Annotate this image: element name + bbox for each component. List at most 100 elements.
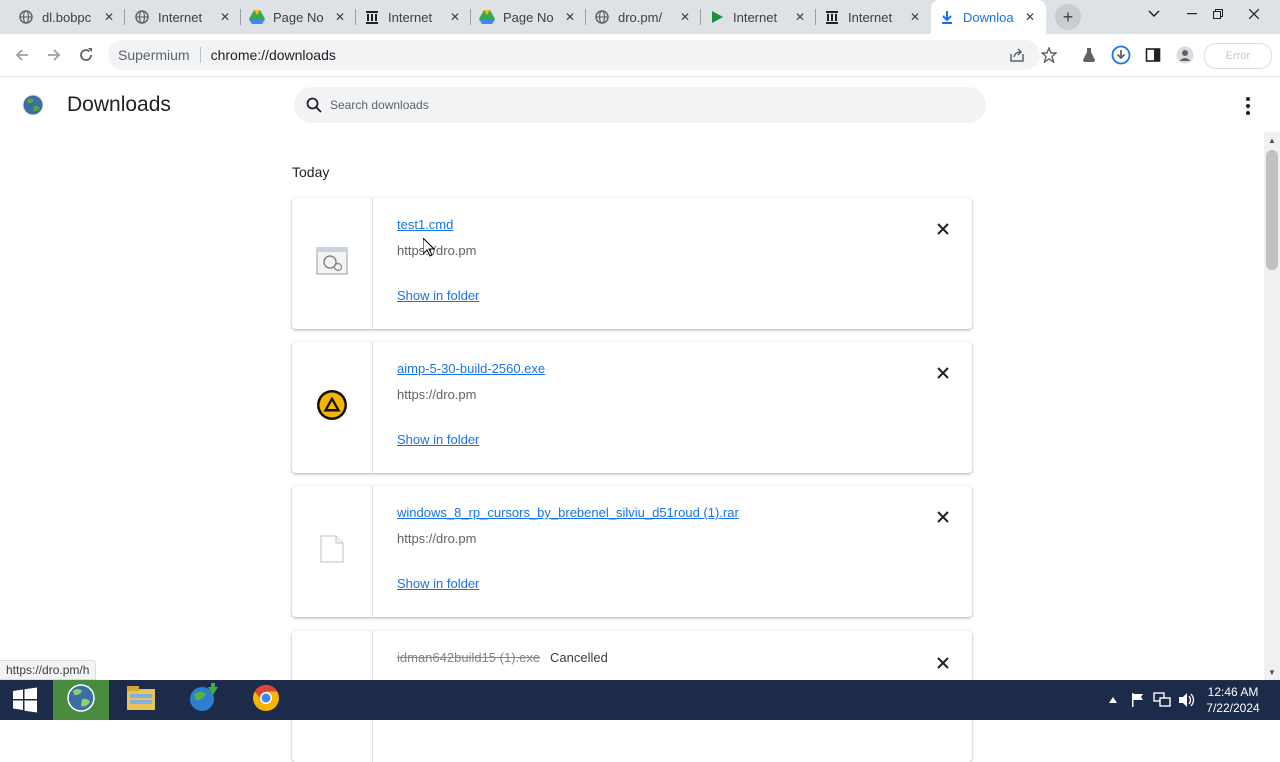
taskbar-chrome[interactable] — [238, 680, 294, 720]
remove-download-icon[interactable] — [932, 652, 954, 674]
tab-title: Page No — [273, 9, 324, 25]
archive-icon — [364, 9, 380, 25]
download-filename-link[interactable]: test1.cmd — [397, 217, 453, 232]
url-text: chrome://downloads — [210, 47, 336, 63]
remove-download-icon[interactable] — [932, 218, 954, 240]
close-tab-icon[interactable]: ✕ — [792, 10, 808, 24]
scroll-up-arrow-icon[interactable]: ▲ — [1264, 132, 1280, 148]
globe-icon — [134, 9, 150, 25]
start-button-windows-icon[interactable] — [0, 680, 50, 720]
section-label-today: Today — [292, 164, 330, 180]
show-hidden-icons-icon[interactable] — [1108, 680, 1118, 720]
tab-dl-bobpc[interactable]: dl.bobpc ✕ — [10, 0, 125, 34]
taskbar-clock[interactable]: 12:46 AM 7/22/2024 — [1198, 684, 1268, 716]
extension-flask-icon[interactable] — [1076, 42, 1102, 68]
tab-strip: dl.bobpc ✕ Internet ✕ Page No ✕ Internet… — [0, 0, 1280, 34]
aimp-icon — [316, 389, 348, 426]
taskbar-supermium-browser[interactable] — [53, 680, 109, 720]
close-tab-icon[interactable]: ✕ — [217, 10, 233, 24]
close-tab-icon[interactable]: ✕ — [447, 10, 463, 24]
address-bar[interactable]: Supermium chrome://downloads — [108, 40, 1040, 70]
reload-icon[interactable] — [73, 42, 99, 68]
close-tab-icon[interactable]: ✕ — [1022, 10, 1038, 24]
tab-title: Internet — [158, 9, 203, 25]
tab-title: dl.bobpc — [42, 9, 92, 25]
browser-globe-icon — [66, 683, 96, 718]
download-icon — [939, 9, 955, 25]
show-in-folder-link[interactable]: Show in folder — [397, 576, 479, 591]
download-manager-globe-icon — [188, 682, 220, 718]
forward-arrow-icon[interactable] — [41, 42, 67, 68]
bookmark-star-icon[interactable] — [1036, 42, 1062, 68]
volume-icon[interactable] — [1178, 680, 1196, 720]
close-tab-icon[interactable]: ✕ — [677, 10, 693, 24]
page-title: Downloads — [67, 93, 171, 116]
clock-date: 7/22/2024 — [1206, 701, 1260, 715]
tab-title: Downloa — [963, 9, 1014, 25]
tab-internet-2[interactable]: Internet ✕ — [701, 0, 816, 34]
search-placeholder: Search downloads — [330, 98, 429, 112]
generic-file-icon — [320, 535, 344, 568]
tab-search-chevron-icon[interactable] — [1136, 0, 1172, 28]
windows-taskbar: 12:46 AM 7/22/2024 — [0, 680, 1280, 720]
globe-icon — [594, 9, 610, 25]
play-icon — [709, 9, 725, 25]
tab-title: Internet — [733, 9, 778, 25]
browser-toolbar: Supermium chrome://downloads Error — [0, 34, 1280, 77]
close-tab-icon[interactable]: ✕ — [332, 10, 348, 24]
tab-internet-1[interactable]: Internet ✕ — [126, 0, 241, 34]
drive-icon — [249, 9, 265, 25]
close-tab-icon[interactable]: ✕ — [562, 10, 578, 24]
cancelled-filename[interactable]: idman642build15 (1).exe — [397, 650, 540, 665]
tab-internet-archive-2[interactable]: Internet ✕ — [816, 0, 931, 34]
download-filename-link[interactable]: aimp-5-30-build-2560.exe — [397, 361, 545, 376]
profile-error-pill[interactable]: Error — [1204, 43, 1272, 69]
close-tab-icon[interactable]: ✕ — [907, 10, 923, 24]
clock-time: 12:46 AM — [1207, 685, 1259, 699]
tab-internet-archive-1[interactable]: Internet ✕ — [356, 0, 471, 34]
profile-avatar-icon[interactable] — [1172, 42, 1198, 68]
side-panel-icon[interactable] — [1140, 42, 1166, 68]
restore-icon[interactable] — [1200, 0, 1236, 28]
back-arrow-icon[interactable] — [9, 42, 35, 68]
taskbar-internet-download-manager[interactable] — [176, 680, 232, 720]
page-scrollbar[interactable]: ▲ ▼ — [1264, 132, 1280, 680]
more-options-icon[interactable] — [1238, 95, 1258, 117]
chrome-icon — [252, 684, 280, 717]
share-icon[interactable] — [1004, 42, 1030, 68]
scroll-down-arrow-icon[interactable]: ▼ — [1264, 664, 1280, 680]
app-name-chip: Supermium — [118, 47, 190, 63]
tab-downloads[interactable]: Downloa ✕ — [931, 0, 1046, 34]
close-tab-icon[interactable]: ✕ — [101, 10, 117, 24]
tab-page-not-found-2[interactable]: Page No ✕ — [471, 0, 586, 34]
scrollbar-thumb[interactable] — [1266, 150, 1278, 270]
tab-title: Internet — [848, 9, 893, 25]
cmd-file-icon — [316, 247, 348, 280]
download-item: aimp-5-30-build-2560.exe https://dro.pm … — [292, 342, 972, 473]
downloads-toolbar-icon[interactable] — [1108, 42, 1134, 68]
download-source-url[interactable]: https://dro.pm — [397, 387, 476, 402]
download-source-url[interactable]: https://dro.pm — [397, 531, 476, 546]
drive-icon — [479, 9, 495, 25]
globe-icon — [18, 9, 34, 25]
show-in-folder-link[interactable]: Show in folder — [397, 432, 479, 447]
omnibox-divider — [199, 47, 201, 63]
show-in-folder-link[interactable]: Show in folder — [397, 288, 479, 303]
tab-dro-pm[interactable]: dro.pm/ ✕ — [586, 0, 701, 34]
new-tab-button[interactable]: + — [1055, 4, 1081, 30]
download-filename-link[interactable]: windows_8_rp_cursors_by_brebenel_silviu_… — [397, 505, 739, 520]
close-window-icon[interactable] — [1236, 0, 1272, 28]
download-item: test1.cmd https://dro.pm Show in folder — [292, 198, 972, 329]
file-icon-column — [292, 198, 373, 329]
download-source-url[interactable]: https://dro.pm — [397, 243, 476, 258]
taskbar-file-explorer[interactable] — [113, 680, 169, 720]
folder-icon — [126, 685, 156, 716]
search-downloads-input[interactable]: Search downloads — [294, 87, 986, 123]
action-center-flag-icon[interactable] — [1130, 680, 1146, 720]
mouse-cursor-icon — [422, 236, 436, 262]
link-status-bubble: https://dro.pm/h — [0, 660, 97, 680]
network-icon[interactable] — [1153, 680, 1171, 720]
remove-download-icon[interactable] — [932, 506, 954, 528]
tab-page-not-found-1[interactable]: Page No ✕ — [241, 0, 356, 34]
remove-download-icon[interactable] — [932, 362, 954, 384]
